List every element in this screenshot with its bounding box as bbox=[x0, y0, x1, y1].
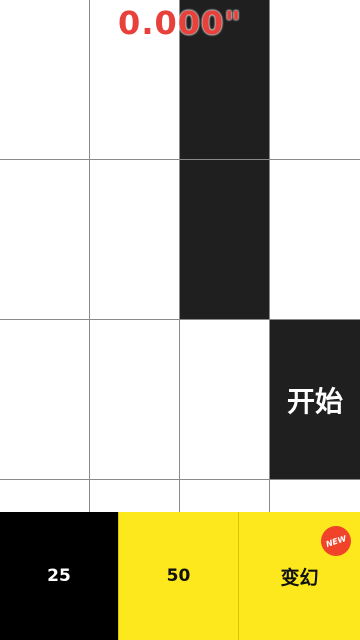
tile[interactable] bbox=[270, 480, 360, 512]
timer-display: 0.000" bbox=[118, 4, 242, 42]
mode-25-button[interactable]: 25 bbox=[0, 512, 118, 640]
tile[interactable] bbox=[270, 160, 360, 320]
tile[interactable] bbox=[90, 320, 180, 480]
tile[interactable] bbox=[0, 320, 90, 480]
tile[interactable] bbox=[90, 480, 180, 512]
mode-bar: 25 50 变幻 NEW bbox=[0, 512, 360, 640]
mode-transform-button[interactable]: 变幻 NEW bbox=[238, 512, 360, 640]
start-label[interactable]: 开始 bbox=[270, 320, 360, 480]
game-board: 开始 bbox=[0, 0, 360, 512]
tile[interactable] bbox=[0, 160, 90, 320]
mode-transform-label: 变幻 bbox=[280, 566, 319, 589]
mode-50-label: 50 bbox=[166, 566, 191, 586]
tile[interactable] bbox=[180, 320, 270, 480]
grid-line bbox=[89, 0, 90, 512]
new-badge: NEW bbox=[317, 522, 355, 560]
tile[interactable] bbox=[90, 160, 180, 320]
mode-25-label: 25 bbox=[47, 566, 71, 586]
black-tile[interactable] bbox=[180, 160, 270, 320]
grid-line bbox=[0, 159, 360, 160]
mode-50-button[interactable]: 50 bbox=[118, 512, 238, 640]
tile[interactable] bbox=[0, 480, 90, 512]
tile[interactable] bbox=[180, 480, 270, 512]
grid-line bbox=[179, 0, 180, 512]
